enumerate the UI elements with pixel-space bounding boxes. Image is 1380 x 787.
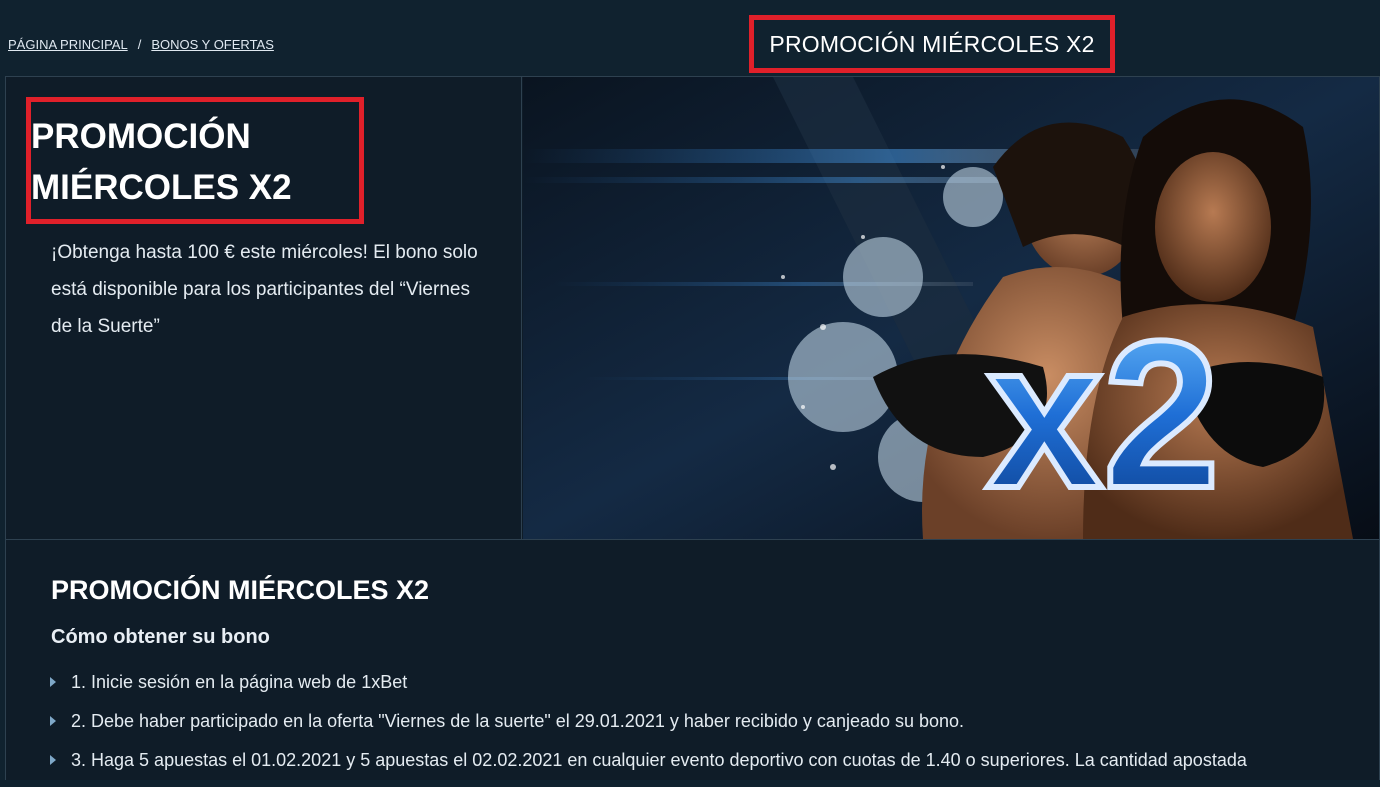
top-bar: PÁGINA PRINCIPAL / BONOS Y OFERTAS PROMO…	[0, 0, 1380, 76]
x2-badge: x2	[983, 294, 1223, 535]
breadcrumb: PÁGINA PRINCIPAL / BONOS Y OFERTAS	[8, 37, 274, 52]
bullet-arrow-icon	[50, 677, 56, 687]
promo-hero-text-panel: PROMOCIÓN MIÉRCOLES X2 ¡Obtenga hasta 10…	[6, 77, 522, 539]
hero-description: ¡Obtenga hasta 100 € este miércoles! El …	[51, 242, 478, 337]
hero-title: PROMOCIÓN MIÉRCOLES X2	[31, 117, 292, 207]
breadcrumb-home-link[interactable]: PÁGINA PRINCIPAL	[8, 37, 128, 52]
promo-details: PROMOCIÓN MIÉRCOLES X2 Cómo obtener su b…	[5, 540, 1380, 780]
promo-banner-image: x2	[523, 77, 1379, 539]
steps-list: 1. Inicie sesión en la página web de 1xB…	[48, 670, 1348, 787]
content-subtitle: Cómo obtener su bono	[51, 626, 270, 648]
list-item: 1. Inicie sesión en la página web de 1xB…	[48, 670, 1348, 709]
bullet-arrow-icon	[50, 755, 56, 765]
page-title: PROMOCIÓN MIÉRCOLES X2	[749, 15, 1115, 73]
step-text: 3. Haga 5 apuestas el 01.02.2021 y 5 apu…	[71, 750, 1247, 770]
promo-hero: PROMOCIÓN MIÉRCOLES X2 ¡Obtenga hasta 10…	[5, 76, 1380, 540]
svg-text:x2: x2	[986, 297, 1220, 532]
content-title: PROMOCIÓN MIÉRCOLES X2	[51, 575, 430, 605]
step-text: 2. Debe haber participado en la oferta "…	[71, 711, 965, 731]
breadcrumb-bonuses-link[interactable]: BONOS Y OFERTAS	[151, 37, 274, 52]
list-item: 2. Debe haber participado en la oferta "…	[48, 709, 1348, 748]
bullet-arrow-icon	[50, 716, 56, 726]
list-item: 3. Haga 5 apuestas el 01.02.2021 y 5 apu…	[48, 748, 1348, 787]
breadcrumb-separator: /	[137, 37, 142, 52]
step-text: 1. Inicie sesión en la página web de 1xB…	[71, 672, 408, 692]
